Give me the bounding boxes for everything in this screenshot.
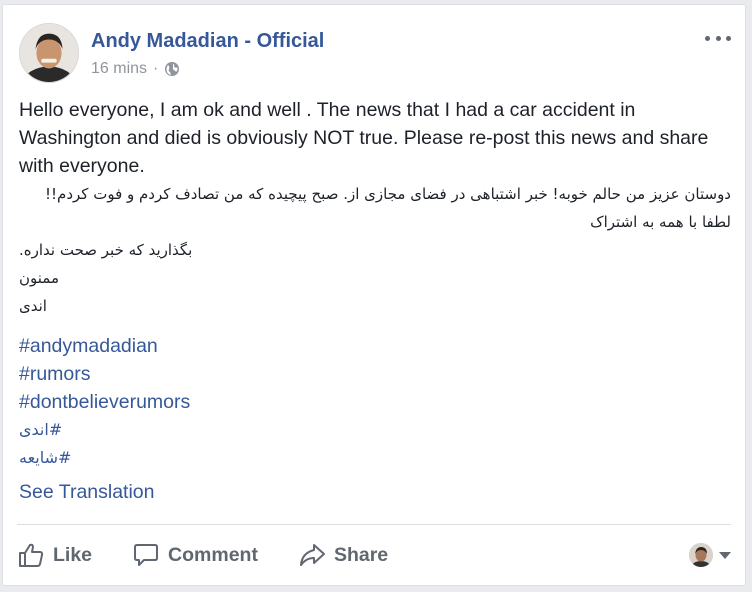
comment-label: Comment	[168, 543, 258, 566]
author-name[interactable]: Andy Madadian - Official	[91, 30, 324, 53]
post-text-persian-signature: اندی	[19, 297, 47, 315]
actions-divider	[17, 524, 731, 525]
hashtag-link-persian[interactable]: #اندی	[19, 416, 62, 444]
like-button[interactable]: Like	[17, 541, 92, 569]
post-body: Hello everyone, I am ok and well . The n…	[19, 96, 731, 472]
post-actions-bar: Like Comment Share	[17, 533, 731, 577]
globe-icon[interactable]	[164, 61, 180, 77]
more-options-button[interactable]	[705, 31, 731, 45]
hashtag-link-persian[interactable]: #شایعه	[19, 444, 71, 472]
share-button[interactable]: Share	[298, 541, 388, 569]
post-text-persian-line2: بگذارید که خبر صحت نداره.	[19, 241, 193, 259]
see-translation-link[interactable]: See Translation	[19, 481, 155, 504]
post-text-english: Hello everyone, I am ok and well . The n…	[19, 99, 709, 177]
author-avatar[interactable]	[19, 23, 79, 83]
dot-icon	[715, 35, 721, 41]
comment-icon	[134, 544, 159, 566]
post-meta: 16 mins ·	[91, 60, 180, 78]
share-label: Share	[333, 543, 389, 566]
dot-icon	[705, 35, 710, 41]
like-label: Like	[53, 543, 93, 566]
hashtag-link[interactable]: #dontbelieverumors	[19, 388, 190, 416]
comment-button[interactable]: Comment	[132, 541, 258, 569]
post-text-persian: دوستان عزیز من حالم خوبه! خبر اشتباهی در…	[45, 185, 731, 231]
user-avatar	[689, 543, 713, 567]
chevron-down-icon	[719, 551, 731, 559]
post-as-selector[interactable]	[689, 543, 731, 567]
hashtag-link[interactable]: #rumors	[19, 360, 91, 388]
post-timestamp[interactable]: 16 mins	[91, 60, 147, 78]
hashtag-link[interactable]: #andymadadian	[19, 332, 158, 360]
post-text-persian-thanks: ممنون	[19, 269, 59, 287]
dot-icon	[726, 35, 731, 41]
hashtag-list: #andymadadian #rumors #dontbelieverumors…	[19, 332, 731, 472]
thumbs-up-icon	[19, 543, 44, 567]
post-card: Andy Madadian - Official 16 mins · Hello…	[2, 4, 746, 586]
meta-separator: ·	[153, 60, 159, 77]
share-icon	[299, 544, 325, 566]
author-photo	[20, 24, 78, 82]
